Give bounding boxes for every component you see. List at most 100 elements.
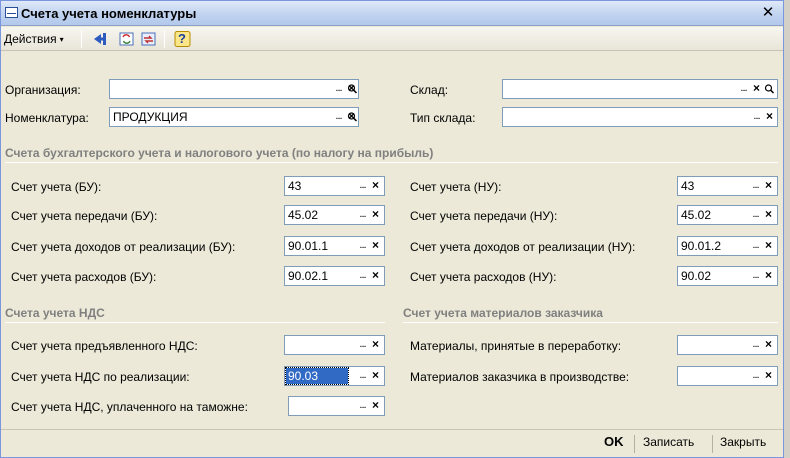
select-button[interactable]: ... — [749, 206, 762, 224]
transfer-account-bu-field[interactable]: 45.02 ... × — [284, 205, 385, 225]
search-button[interactable] — [346, 107, 359, 127]
data-exchange-button[interactable] — [139, 30, 158, 48]
select-button[interactable]: ... — [332, 108, 345, 126]
select-button[interactable]: ... — [356, 206, 369, 224]
clear-icon[interactable]: × — [763, 108, 776, 126]
select-button[interactable]: ... — [356, 237, 369, 255]
select-button[interactable]: ... — [749, 177, 762, 195]
transfer-account-nu-field[interactable]: 45.02 ... × — [677, 205, 778, 225]
ok-button[interactable]: OK — [604, 434, 624, 449]
processing-materials-field[interactable]: ... × — [677, 335, 778, 355]
section-divider — [5, 322, 385, 323]
customs-vat-field[interactable]: ... × — [288, 396, 385, 416]
production-materials-label: Материалов заказчика в производстве: — [410, 370, 630, 384]
expense-account-nu-field[interactable]: 90.02 ... × — [677, 266, 778, 286]
clear-icon[interactable]: × — [369, 367, 382, 385]
select-button[interactable]: ... — [356, 336, 369, 354]
search-icon — [347, 112, 358, 122]
search-button[interactable] — [763, 79, 776, 99]
dialog-footer: OK Записать Закрыть — [1, 429, 783, 457]
income-account-bu-value: 90.01.1 — [288, 239, 329, 253]
input-vat-label: Счет учета предъявленного НДС: — [11, 339, 198, 353]
title-bar[interactable]: Счета учета номенклатуры ✕ — [1, 1, 783, 26]
toolbar-separator — [164, 30, 165, 48]
select-button[interactable]: ... — [749, 267, 762, 285]
search-button[interactable] — [346, 79, 359, 99]
income-account-bu-field[interactable]: 90.01.1 ... × — [284, 236, 385, 256]
expense-account-bu-field[interactable]: 90.02.1 ... × — [284, 266, 385, 286]
warehouse-type-label: Тип склада: — [410, 111, 476, 125]
clear-icon[interactable]: × — [369, 397, 382, 415]
nomenclature-field[interactable]: ПРОДУКЦИЯ ... × — [109, 107, 359, 127]
help-button[interactable]: ? — [173, 30, 192, 48]
select-button[interactable]: ... — [356, 397, 369, 415]
select-button[interactable]: ... — [749, 336, 762, 354]
search-icon — [764, 84, 775, 94]
processing-materials-label: Материалы, принятые в переработку: — [410, 339, 622, 353]
footer-separator — [712, 435, 713, 453]
dialog-window: Счета учета номенклатуры ✕ Действия ▾ ? … — [0, 0, 784, 458]
actions-menu[interactable]: Действия ▾ — [4, 32, 64, 46]
section-divider — [403, 322, 778, 323]
warehouse-field[interactable]: ... × — [502, 79, 778, 99]
background-strip — [785, 0, 790, 458]
close-window-button[interactable]: ✕ — [759, 4, 777, 22]
clear-icon[interactable]: × — [762, 177, 775, 195]
account-bu-value: 43 — [288, 179, 302, 193]
clear-icon[interactable]: × — [762, 336, 775, 354]
select-button[interactable]: ... — [356, 177, 369, 195]
organization-field[interactable]: ... × — [109, 79, 359, 99]
account-bu-label: Счет учета (БУ): — [11, 180, 102, 194]
clear-icon[interactable]: × — [369, 206, 382, 224]
income-account-nu-field[interactable]: 90.01.2 ... × — [677, 236, 778, 256]
search-icon — [347, 84, 358, 94]
arrow-left-icon — [94, 33, 106, 45]
clear-icon[interactable]: × — [750, 80, 763, 98]
select-button[interactable]: ... — [737, 80, 750, 98]
warehouse-type-field[interactable]: ... × — [502, 107, 778, 127]
sales-vat-label: Счет учета НДС по реализации: — [11, 370, 190, 384]
form-icon — [5, 7, 18, 18]
expense-account-bu-value: 90.02.1 — [288, 269, 329, 283]
select-button[interactable]: ... — [749, 367, 762, 385]
sales-vat-value: 90.03 — [285, 367, 349, 385]
income-account-bu-label: Счет учета доходов от реализации (БУ): — [11, 240, 236, 254]
footer-separator — [634, 435, 635, 453]
section-divider — [5, 162, 778, 163]
customs-vat-label: Счет учета НДС, уплаченного на таможне: — [11, 400, 248, 414]
transfer-account-nu-value: 45.02 — [681, 208, 712, 222]
clear-icon[interactable]: × — [369, 336, 382, 354]
account-nu-value: 43 — [681, 179, 695, 193]
select-button[interactable]: ... — [332, 80, 345, 98]
clear-icon[interactable]: × — [369, 237, 382, 255]
clear-icon[interactable]: × — [762, 237, 775, 255]
expense-account-nu-value: 90.02 — [681, 269, 712, 283]
select-button[interactable]: ... — [750, 108, 763, 126]
transfer-account-bu-label: Счет учета передачи (БУ): — [11, 209, 158, 223]
refresh-button[interactable] — [117, 30, 136, 48]
save-button[interactable]: Записать — [643, 435, 694, 449]
nomenclature-label: Номенклатура: — [5, 111, 89, 125]
input-vat-field[interactable]: ... × — [284, 335, 385, 355]
accounting-section-title: Счета бухгалтерского учета и налогового … — [5, 146, 434, 160]
account-nu-label: Счет учета (НУ): — [410, 180, 502, 194]
expense-account-bu-label: Счет учета расходов (БУ): — [11, 270, 157, 284]
clear-icon[interactable]: × — [762, 267, 775, 285]
select-button[interactable]: ... — [356, 267, 369, 285]
income-account-nu-label: Счет учета доходов от реализации (НУ): — [410, 240, 636, 254]
exchange-icon — [141, 32, 156, 46]
clear-icon[interactable]: × — [369, 177, 382, 195]
account-bu-field[interactable]: 43 ... × — [284, 176, 385, 196]
sales-vat-field[interactable]: 90.03 ... × — [284, 366, 385, 386]
move-to-form-button[interactable] — [91, 30, 110, 48]
clear-icon[interactable]: × — [762, 367, 775, 385]
production-materials-field[interactable]: ... × — [677, 366, 778, 386]
select-button[interactable]: ... — [749, 237, 762, 255]
select-button[interactable]: ... — [356, 367, 369, 385]
window-title: Счета учета номенклатуры — [21, 6, 197, 21]
clear-icon[interactable]: × — [762, 206, 775, 224]
clear-icon[interactable]: × — [369, 267, 382, 285]
refresh-icon — [119, 32, 134, 46]
account-nu-field[interactable]: 43 ... × — [677, 176, 778, 196]
close-button[interactable]: Закрыть — [720, 435, 766, 449]
